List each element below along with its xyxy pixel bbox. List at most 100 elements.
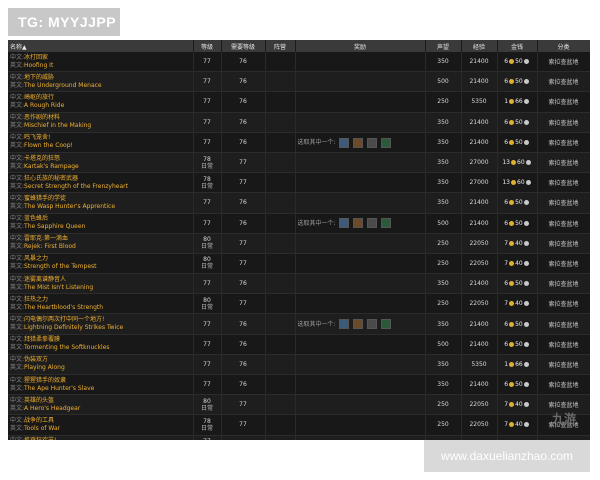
reward-item-icon[interactable] — [353, 218, 364, 229]
quest-cn-title[interactable]: 伪装双方 — [24, 356, 48, 363]
reward-item-icon[interactable] — [367, 319, 378, 330]
reward-item-icon[interactable] — [381, 137, 392, 148]
quest-cn-title[interactable]: 抓鸡狂欢节! — [24, 437, 56, 440]
category-cell[interactable]: 索拉查盆地 — [537, 152, 590, 174]
quest-name-cell[interactable]: 中文:鸣飞笼舍! 英文:Flown the Coop! — [8, 132, 194, 153]
quest-name-cell[interactable]: 中文:崎岖的旅行 英文:A Rough Ride — [8, 91, 194, 113]
quest-cn-title[interactable]: 冰打回家 — [24, 54, 48, 61]
quest-cn-title[interactable]: 鸣飞笼舍! — [24, 134, 50, 141]
quest-name-cell[interactable]: 中文:地下的威胁 英文:The Underground Menace — [8, 71, 194, 93]
quest-name-cell[interactable]: 中文:蓝色蜂后 英文:The Sapphire Queen — [8, 213, 194, 234]
quest-cn-title[interactable]: 卡塔克的狂怒 — [24, 155, 60, 162]
category-cell[interactable]: 索拉查盆地 — [537, 172, 590, 194]
quest-en-title[interactable]: A Hero's Headgear — [24, 405, 80, 412]
col-reward-header[interactable]: 奖励 — [295, 40, 426, 52]
quest-en-title[interactable]: Tormenting the Softknuckles — [24, 344, 110, 351]
quest-cn-title[interactable]: 迷雾离谱静音人 — [24, 276, 66, 283]
quest-en-title[interactable]: Kartak's Rampage — [24, 163, 79, 170]
quest-en-title[interactable]: Mischief in the Making — [24, 122, 91, 129]
quest-name-cell[interactable]: 中文:伪装双方 英文:Playing Along — [8, 354, 194, 376]
col-name-header[interactable]: 名称▲ — [8, 40, 194, 52]
category-cell[interactable]: 索拉查盆地 — [537, 334, 590, 355]
quest-name-cell[interactable]: 中文:狂热之力 英文:The Heartblood's Strength — [8, 293, 194, 315]
category-cell[interactable]: 索拉查盆地 — [537, 293, 590, 315]
category-cell[interactable]: 索拉查盆地 — [537, 71, 590, 93]
quest-en-title[interactable]: The Ape Hunter's Slave — [24, 385, 94, 392]
quest-name-cell[interactable]: 中文:卡塔克的狂怒 英文:Kartak's Rampage — [8, 152, 194, 174]
quest-en-title[interactable]: Hoofing It — [24, 62, 53, 69]
category-cell[interactable]: 索拉查盆地 — [537, 273, 590, 295]
reward-item-icon[interactable] — [367, 137, 378, 148]
category-cell[interactable]: 索拉查盆地 — [537, 213, 590, 234]
quest-en-title[interactable]: A Rough Ride — [24, 102, 64, 109]
category-cell[interactable]: 索拉查盆地 — [537, 91, 590, 113]
quest-en-title[interactable]: The Wasp Hunter's Apprentice — [24, 203, 115, 210]
quest-en-title[interactable]: Tools of War — [24, 425, 60, 432]
quest-cn-title[interactable]: 战争的工具 — [24, 417, 54, 424]
quest-cn-title[interactable]: 狂热之力 — [24, 296, 48, 303]
quest-en-title[interactable]: The Mist Isn't Listening — [24, 284, 93, 291]
quest-name-cell[interactable]: 中文:拜猎柔拳覆膜 英文:Tormenting the Softknuckles — [8, 334, 194, 355]
quest-en-title[interactable]: The Heartblood's Strength — [24, 304, 103, 311]
col-rep-header[interactable]: 声望 — [425, 40, 462, 52]
reward-item-icon[interactable] — [381, 319, 392, 330]
reward-item-icon[interactable] — [339, 218, 350, 229]
quest-en-title[interactable]: Playing Along — [24, 364, 65, 371]
quest-name-cell[interactable]: 中文:风暴之力 英文:Strength of the Tempest — [8, 253, 194, 275]
col-level-header[interactable]: 等级 — [193, 40, 222, 52]
quest-cn-title[interactable]: 英雄的头盔 — [24, 397, 54, 404]
reward-item-icon[interactable] — [339, 137, 350, 148]
category-cell[interactable]: 索拉查盆地 — [537, 253, 590, 275]
quest-cn-title[interactable]: 蓝色蜂后 — [24, 215, 48, 222]
quest-name-cell[interactable]: 中文:恶作剧的材料 英文:Mischief in the Making — [8, 112, 194, 133]
quest-name-cell[interactable]: 中文:战争的工具 英文:Tools of War — [8, 414, 194, 436]
quest-name-cell[interactable]: 中文:狂心氏族的秘密武器 英文:Secret Strength of the F… — [8, 172, 194, 194]
quest-name-cell[interactable]: 中文:迷雾离谱静音人 英文:The Mist Isn't Listening — [8, 273, 194, 295]
quest-cn-title[interactable]: 拜猎柔拳覆膜 — [24, 336, 60, 343]
quest-cn-title[interactable]: 崎岖的旅行 — [24, 94, 54, 101]
category-cell[interactable]: 索拉查盆地 — [537, 354, 590, 376]
col-money-header[interactable]: 金钱 — [497, 40, 538, 52]
reward-item-icon[interactable] — [353, 319, 364, 330]
col-category-header[interactable]: 分类 — [537, 40, 590, 52]
category-cell[interactable]: 索拉查盆地 — [537, 313, 590, 335]
quest-name-cell[interactable]: 中文:猩猩猎手的奴隶 英文:The Ape Hunter's Slave — [8, 374, 194, 396]
col-exp-header[interactable]: 经验 — [461, 40, 498, 52]
quest-cn-title[interactable]: 蜜蜂猎手的学徒 — [24, 195, 66, 202]
reward-item-icon[interactable] — [353, 137, 364, 148]
rep-cell: 350 — [425, 152, 462, 174]
quest-name-cell[interactable]: 中文:雷耶克:第一滴血 英文:Rejek: First Blood — [8, 233, 194, 254]
quest-cn-title[interactable]: 猩猩猎手的奴隶 — [24, 377, 66, 384]
gold-coin-icon — [509, 119, 515, 125]
quest-cn-title[interactable]: 闪电偶尔两次打中同一个地方! — [24, 316, 104, 323]
quest-en-title[interactable]: The Underground Menace — [24, 82, 102, 89]
reward-item-icon[interactable] — [381, 218, 392, 229]
quest-name-cell[interactable]: 中文:英雄的头盔 英文:A Hero's Headgear — [8, 394, 194, 416]
col-req-level-header[interactable]: 需要等级 — [221, 40, 266, 52]
reward-item-icon[interactable] — [367, 218, 378, 229]
reward-item-icon[interactable] — [339, 319, 350, 330]
quest-en-title[interactable]: Flown the Coop! — [24, 142, 73, 149]
quest-cn-title[interactable]: 雷耶克:第一滴血 — [24, 235, 68, 242]
quest-name-cell[interactable]: 中文:蜜蜂猎手的学徒 英文:The Wasp Hunter's Apprenti… — [8, 192, 194, 214]
category-cell[interactable]: 索拉查盆地 — [537, 374, 590, 396]
category-cell[interactable]: 索拉查盆地 — [537, 112, 590, 133]
category-cell[interactable]: 索拉查盆地 — [537, 132, 590, 153]
category-cell[interactable]: 索拉查盆地 — [537, 192, 590, 214]
category-cell[interactable]: 索拉查盆地 — [537, 233, 590, 254]
quest-name-cell[interactable]: 中文:闪电偶尔两次打中同一个地方! 英文:Lightning Definitel… — [8, 313, 194, 335]
quest-cn-title[interactable]: 狂心氏族的秘密武器 — [24, 175, 78, 182]
quest-cn-title[interactable]: 风暴之力 — [24, 255, 48, 262]
quest-cn-title[interactable]: 地下的威胁 — [24, 74, 54, 81]
col-faction-header[interactable]: 阵营 — [265, 40, 296, 52]
quest-name-cell[interactable]: 中文:冰打回家 英文:Hoofing It — [8, 52, 194, 73]
exp-cell: 22050 — [461, 394, 498, 416]
quest-en-title[interactable]: Secret Strength of the Frenzyheart — [24, 183, 128, 190]
quest-en-title[interactable]: The Sapphire Queen — [24, 223, 85, 230]
quest-en-title[interactable]: Lightning Definitely Strikes Twice — [24, 324, 123, 331]
category-cell[interactable]: 索拉查盆地 — [537, 52, 590, 73]
quest-name-cell[interactable]: 中文:抓鸡狂欢节! 英文:Chicken Party! — [8, 435, 194, 440]
quest-en-title[interactable]: Strength of the Tempest — [24, 263, 96, 270]
quest-cn-title[interactable]: 恶作剧的材料 — [24, 114, 60, 121]
quest-en-title[interactable]: Rejek: First Blood — [24, 243, 76, 250]
